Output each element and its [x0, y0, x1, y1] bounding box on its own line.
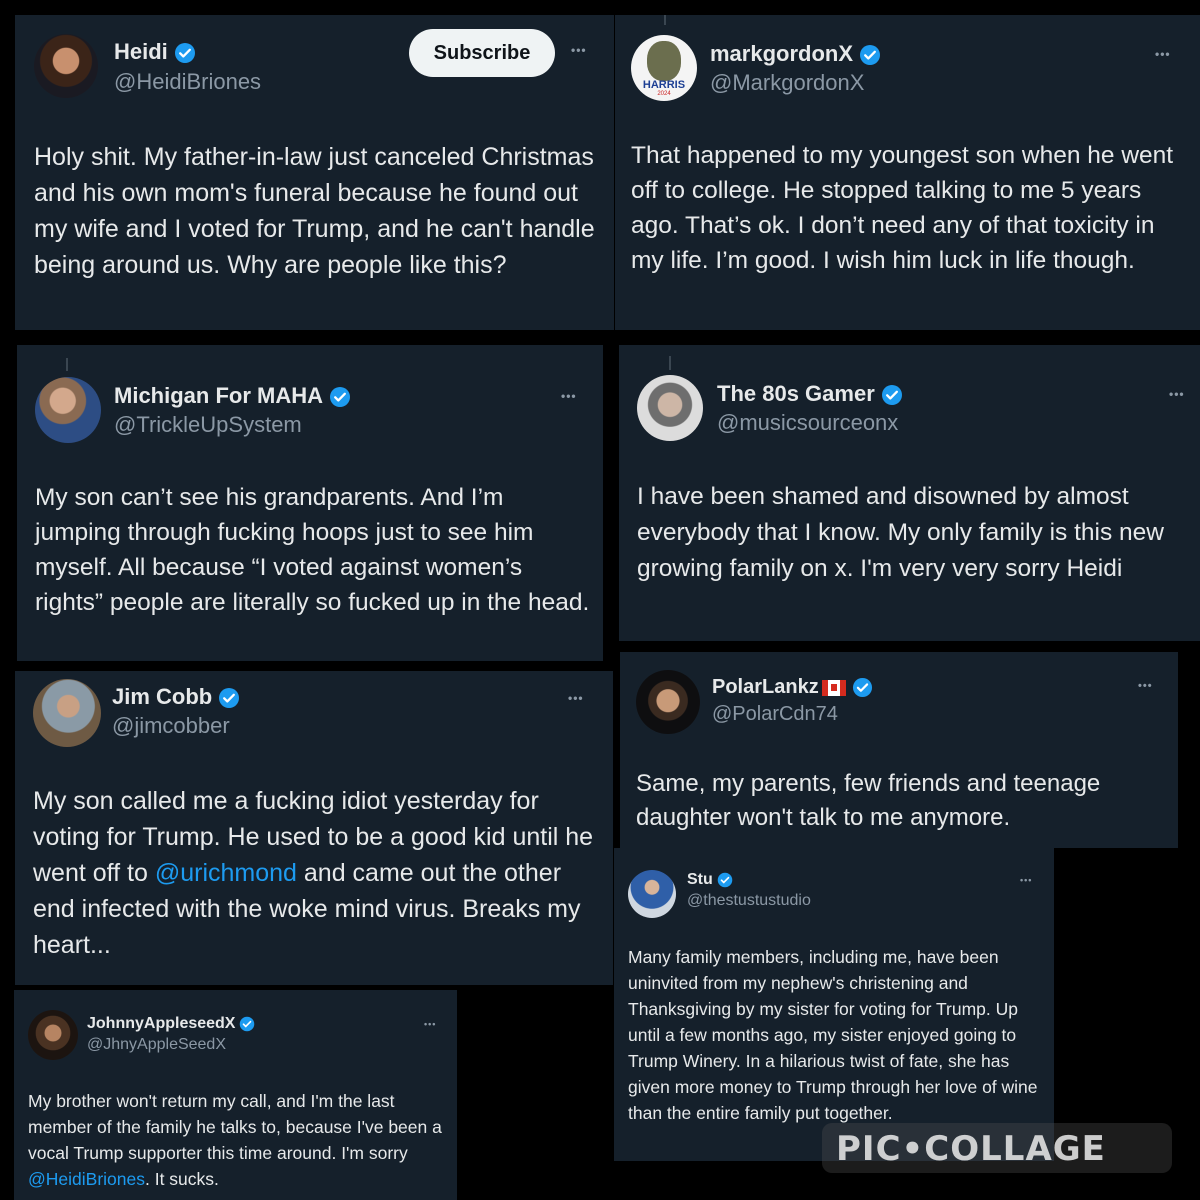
more-dots-icon[interactable]: •••: [1020, 875, 1032, 885]
post-text: That happened to my youngest son when he…: [631, 142, 1174, 274]
avatar[interactable]: [636, 670, 700, 734]
mention-link[interactable]: @HeidiBriones: [28, 1169, 145, 1189]
more-dots-icon[interactable]: •••: [1138, 680, 1153, 692]
author-name-text: Jim Cobb: [112, 684, 213, 709]
author-name-text: Michigan For MAHA: [114, 383, 323, 408]
verified-badge-icon: [240, 1016, 255, 1032]
post-text: Holy shit. My father-in-law just cancele…: [34, 143, 595, 279]
post-text: Many family members, including me, have …: [628, 947, 1038, 1123]
author-name-text: Heidi: [114, 39, 168, 64]
verified-badge-icon: [860, 45, 881, 66]
avatar[interactable]: [34, 34, 98, 98]
post-card-the-80s-gamer: The 80s Gamer @musicsourceonx ••• I have…: [619, 345, 1200, 641]
more-dots-icon[interactable]: •••: [571, 43, 587, 57]
post-text: My son called me a fucking idiot yesterd…: [33, 783, 605, 963]
avatar-harris-text: HARRIS: [642, 79, 686, 91]
more-dots-icon[interactable]: •••: [561, 389, 577, 403]
thread-line: [669, 356, 671, 370]
post-text: My brother won't return my call, and I'm…: [28, 1088, 448, 1192]
author-handle[interactable]: @jimcobber: [112, 713, 230, 739]
more-dots-icon[interactable]: •••: [1155, 47, 1171, 61]
maple-leaf-shape: [830, 683, 837, 691]
author-name[interactable]: Michigan For MAHA: [114, 383, 351, 409]
avatar[interactable]: [33, 679, 101, 747]
avatar[interactable]: [35, 377, 101, 443]
more-dots-icon[interactable]: •••: [424, 1019, 436, 1029]
author-name[interactable]: Heidi: [114, 39, 196, 65]
author-name[interactable]: markgordonX: [710, 41, 881, 67]
more-dots-icon[interactable]: •••: [568, 691, 584, 705]
author-handle[interactable]: @thestustustudio: [687, 892, 811, 910]
pic-collage-watermark: PIC•COLLAGE: [822, 1123, 1172, 1173]
post-card-markgordonx: HARRIS 2024 markgordonX @MarkgordonX •••…: [615, 15, 1200, 330]
post-text-end: . It sucks.: [144, 1169, 219, 1189]
thread-line: [664, 15, 666, 25]
watermark-text: PIC•COLLAGE: [836, 1129, 1106, 1169]
author-name-text: PolarLankz: [712, 676, 819, 698]
verified-badge-icon: [852, 678, 872, 698]
post-card-johnnyappleseedx: JohnnyAppleseedX @JhnyAppleSeedX ••• My …: [14, 990, 457, 1200]
verified-badge-icon: [219, 688, 240, 709]
author-name[interactable]: PolarLankz: [712, 676, 873, 699]
post-card-jim-cobb: Jim Cobb @jimcobber ••• My son called me…: [15, 671, 613, 985]
avatar[interactable]: HARRIS 2024: [631, 35, 697, 101]
more-dots-icon[interactable]: •••: [1169, 387, 1185, 401]
author-name[interactable]: Stu: [687, 871, 733, 889]
author-name-text: JohnnyAppleseedX: [87, 1015, 236, 1032]
subscribe-button[interactable]: Subscribe: [409, 29, 555, 77]
author-name[interactable]: Jim Cobb: [112, 684, 240, 710]
avatar[interactable]: [28, 1010, 78, 1060]
post-text-start: My brother won't return my call, and I'm…: [28, 1091, 442, 1163]
author-handle[interactable]: @musicsourceonx: [717, 410, 898, 436]
verified-badge-icon: [174, 43, 195, 64]
avatar[interactable]: [628, 870, 676, 918]
mention-link[interactable]: @urichmond: [155, 859, 297, 887]
author-name[interactable]: The 80s Gamer: [717, 381, 903, 407]
post-card-stu: Stu @thestustustudio ••• Many family mem…: [614, 848, 1054, 1161]
author-handle[interactable]: @TrickleUpSystem: [114, 412, 302, 438]
author-handle[interactable]: @HeidiBriones: [114, 69, 261, 95]
post-text: Same, my parents, few friends and teenag…: [636, 770, 1101, 831]
author-name-text: Stu: [687, 871, 713, 888]
post-card-heidi: Heidi @HeidiBriones Subscribe ••• Holy s…: [15, 15, 614, 330]
post-text: I have been shamed and disowned by almos…: [637, 483, 1164, 582]
verified-badge-icon: [881, 385, 902, 406]
verified-badge-icon: [717, 872, 733, 888]
post-text: My son can’t see his grandparents. And I…: [35, 484, 590, 616]
avatar[interactable]: [637, 375, 703, 441]
verified-badge-icon: [330, 387, 350, 408]
author-handle[interactable]: @PolarCdn74: [712, 703, 838, 726]
post-card-michigan-for-maha: Michigan For MAHA @TrickleUpSystem ••• M…: [17, 345, 603, 661]
avatar-figure: [647, 41, 681, 81]
author-handle[interactable]: @JhnyAppleSeedX: [87, 1036, 226, 1054]
author-name-text: The 80s Gamer: [717, 381, 875, 406]
post-card-polarlankz: PolarLankz @PolarCdn74 ••• Same, my pare…: [620, 652, 1178, 848]
avatar-year-text: 2024: [657, 91, 671, 97]
author-handle[interactable]: @MarkgordonX: [710, 70, 864, 96]
canada-flag-icon: [821, 679, 846, 696]
thread-line: [66, 358, 68, 371]
author-name[interactable]: JohnnyAppleseedX: [87, 1015, 255, 1033]
author-name-text: markgordonX: [710, 41, 854, 66]
